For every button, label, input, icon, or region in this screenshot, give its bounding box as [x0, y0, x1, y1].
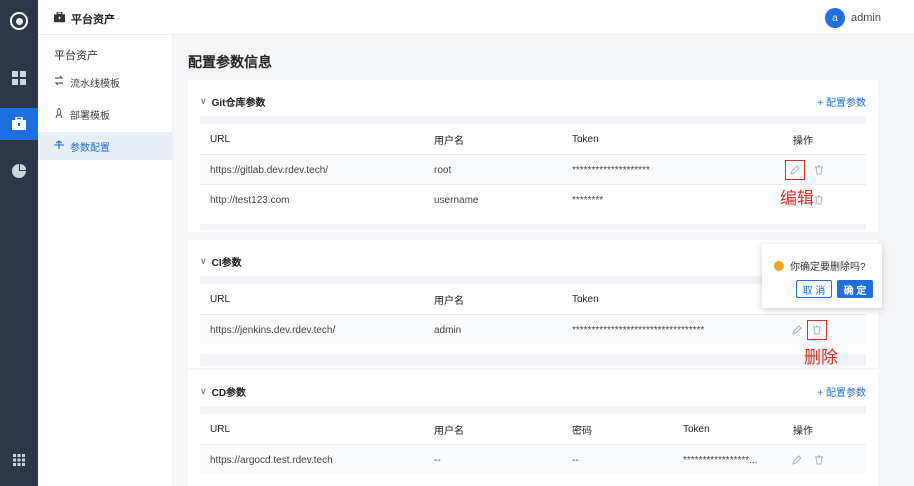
delete-button[interactable] [807, 315, 827, 345]
table-row: https://jenkins.dev.rdev.tech/ admin ***… [200, 314, 866, 344]
git-card-header[interactable]: ∨ Git仓库参数 [200, 94, 265, 109]
delete-button[interactable] [812, 445, 826, 475]
cell-token: *****************... [683, 454, 758, 466]
trash-icon[interactable] [812, 193, 826, 207]
col-password: 密码 [572, 425, 592, 437]
avatar[interactable]: a [825, 8, 846, 28]
pencil-icon[interactable] [790, 453, 804, 467]
sidebar-item-label: 流水线模板 [70, 78, 120, 90]
cell-token: ******** [572, 194, 604, 206]
cell-token: ******************** [572, 164, 650, 176]
cell-url: https://jenkins.dev.rdev.tech/ [210, 324, 336, 336]
ci-card-header[interactable]: ∨ CI参数 [200, 254, 242, 269]
col-token: Token [572, 293, 599, 305]
app-title-label: 平台资产 [71, 14, 115, 26]
pipeline-icon [54, 75, 64, 89]
cd-table: URL 用户名 密码 Token 操作 https://argocd.test.… [200, 406, 866, 486]
cd-card-header[interactable]: ∨ CD参数 [200, 384, 246, 399]
git-params-card: ∨ Git仓库参数 + 配置参数 URL 用户名 Token 操作 https:… [188, 80, 878, 232]
popconfirm-text: 你确定要删除吗? [790, 262, 866, 273]
add-cd-param-button[interactable]: + 配置参数 [817, 384, 866, 399]
cancel-button[interactable]: 取 消 [796, 280, 832, 298]
sidebar-item-deploy-templates[interactable]: 部署模板 [38, 100, 173, 128]
sidebar-section-title: 平台资产 [54, 50, 98, 62]
sidebar-item-label: 参数配置 [70, 142, 110, 154]
sliders-icon [54, 139, 64, 153]
cd-card-title: CD参数 [211, 388, 247, 399]
edit-button[interactable] [785, 155, 805, 185]
col-ops: 操作 [793, 135, 813, 147]
trash-icon[interactable] [812, 163, 826, 177]
logo-icon[interactable] [10, 12, 28, 30]
git-card-title: Git仓库参数 [211, 98, 266, 109]
chevron-down-icon[interactable]: ∨ [200, 256, 207, 267]
cell-user: admin [434, 324, 462, 336]
table-row: https://gitlab.dev.rdev.tech/ root *****… [200, 154, 866, 184]
delete-popconfirm: 你确定要删除吗? 取 消 确 定 [762, 244, 882, 308]
add-git-param-button[interactable]: + 配置参数 [817, 94, 866, 109]
rocket-icon [54, 106, 64, 121]
cell-user: -- [434, 454, 441, 466]
sidebar-item-label: 部署模板 [70, 110, 110, 122]
apps-grid-icon[interactable] [0, 444, 38, 476]
col-token: Token [683, 423, 710, 435]
sidebar: 平台资产 流水线模板 部署模板 参数配置 [38, 35, 173, 486]
user-menu[interactable]: a admin [825, 8, 881, 28]
pencil-icon[interactable] [790, 323, 804, 337]
col-url: URL [210, 293, 231, 305]
table-row: https://argocd.test.rdev.tech -- -- ****… [200, 444, 866, 474]
popconfirm-question: 你确定要删除吗? [774, 258, 866, 273]
col-user: 用户名 [434, 295, 464, 307]
trash-icon[interactable] [810, 323, 824, 337]
table-row: http://test123.com username ******** [200, 184, 866, 214]
chevron-down-icon[interactable]: ∨ [200, 96, 207, 107]
table-header: URL 用户名 Token 操作 [200, 124, 866, 154]
col-url: URL [210, 133, 231, 145]
ci-card-title: CI参数 [211, 258, 242, 269]
cell-url: http://test123.com [210, 194, 290, 206]
cd-params-card: ∨ CD参数 + 配置参数 URL 用户名 密码 Token 操作 https:… [188, 370, 878, 486]
cell-user: root [434, 164, 452, 176]
edit-button[interactable] [790, 315, 804, 345]
edit-button[interactable] [790, 445, 804, 475]
delete-annotation: 删除 [804, 348, 838, 367]
cell-url: https://gitlab.dev.rdev.tech/ [210, 164, 329, 176]
edit-annotation: 编辑 [780, 189, 814, 208]
cell-url: https://argocd.test.rdev.tech [210, 454, 333, 466]
cell-user: username [434, 194, 479, 206]
page-title: 配置参数信息 [188, 54, 272, 70]
top-bar: 平台资产 a admin [38, 0, 914, 35]
briefcase-icon [54, 11, 65, 26]
col-ops: 操作 [793, 425, 813, 437]
nav-rail [0, 0, 38, 486]
delete-button[interactable] [812, 155, 826, 185]
app-title: 平台资产 [54, 11, 115, 27]
col-url: URL [210, 423, 231, 435]
user-name[interactable]: admin [851, 12, 881, 24]
pie-chart-nav-icon[interactable] [0, 155, 38, 187]
briefcase-nav-icon[interactable] [0, 108, 38, 140]
warning-icon [774, 260, 784, 271]
col-user: 用户名 [434, 135, 464, 147]
col-user: 用户名 [434, 425, 464, 437]
confirm-button[interactable]: 确 定 [837, 280, 873, 298]
table-header: URL 用户名 密码 Token 操作 [200, 414, 866, 444]
git-table: URL 用户名 Token 操作 https://gitlab.dev.rdev… [200, 116, 866, 230]
sidebar-item-param-config[interactable]: 参数配置 [38, 132, 173, 160]
sidebar-item-pipeline-templates[interactable]: 流水线模板 [38, 68, 173, 96]
cell-password: -- [572, 454, 579, 466]
trash-icon[interactable] [812, 453, 826, 467]
delete-button[interactable] [812, 185, 826, 215]
pencil-icon[interactable] [788, 163, 802, 177]
chevron-down-icon[interactable]: ∨ [200, 386, 207, 397]
cell-token: ********************************** [572, 324, 705, 336]
col-token: Token [572, 133, 599, 145]
dashboard-nav-icon[interactable] [0, 62, 38, 94]
